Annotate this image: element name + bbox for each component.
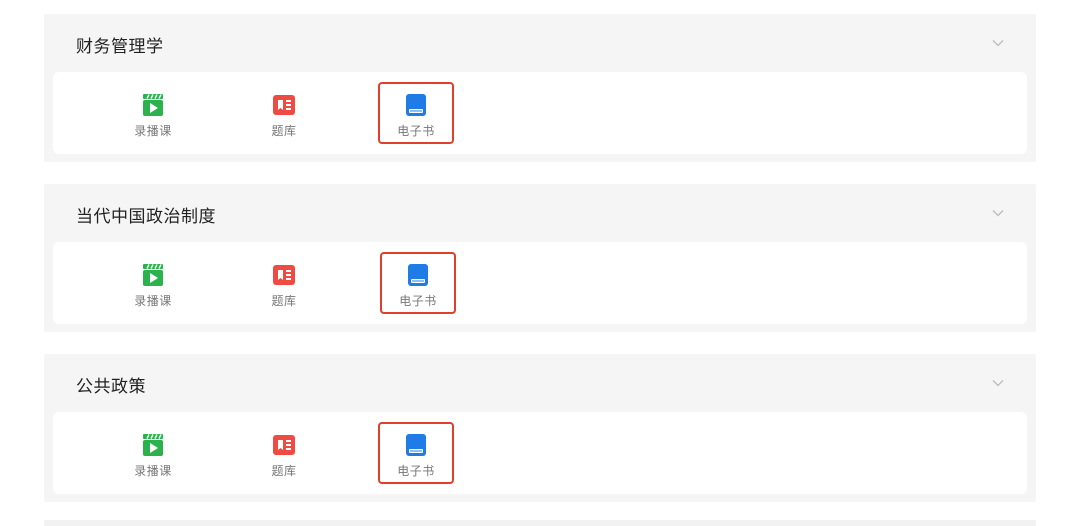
question-bank-button[interactable]: 题库 xyxy=(246,82,322,144)
chevron-down-icon[interactable] xyxy=(992,207,1004,219)
item-label: 电子书 xyxy=(399,294,437,308)
item-label: 电子书 xyxy=(397,464,435,478)
video-icon xyxy=(143,94,163,116)
ebook-button[interactable]: 电子书 xyxy=(378,82,454,144)
course-card: 当代中国政治制度 录播课 题库 电子书 xyxy=(44,184,1036,332)
resource-panel: 录播课 题库 电子书 xyxy=(53,412,1027,494)
resource-panel: 录播课 题库 电子书 xyxy=(53,72,1027,154)
video-icon xyxy=(143,434,163,456)
item-label: 录播课 xyxy=(134,464,172,478)
recorded-course-button[interactable]: 录播课 xyxy=(115,252,191,314)
ebook-icon xyxy=(406,434,426,456)
ebook-icon xyxy=(408,264,428,286)
next-card-edge xyxy=(44,520,1036,526)
chevron-down-icon[interactable] xyxy=(992,37,1004,49)
course-title: 当代中国政治制度 xyxy=(76,207,216,227)
recorded-course-button[interactable]: 录播课 xyxy=(115,422,191,484)
recorded-course-button[interactable]: 录播课 xyxy=(115,82,191,144)
question-bank-button[interactable]: 题库 xyxy=(246,252,322,314)
item-label: 录播课 xyxy=(134,294,172,308)
chevron-down-icon[interactable] xyxy=(992,377,1004,389)
course-card: 财务管理学 录播课 题库 电子书 xyxy=(44,14,1036,162)
item-label: 题库 xyxy=(271,124,297,138)
item-label: 录播课 xyxy=(134,124,172,138)
question-bank-icon xyxy=(273,95,295,115)
ebook-button[interactable]: 电子书 xyxy=(380,252,456,314)
question-bank-button[interactable]: 题库 xyxy=(246,422,322,484)
course-title: 财务管理学 xyxy=(76,37,164,57)
ebook-button[interactable]: 电子书 xyxy=(378,422,454,484)
item-label: 题库 xyxy=(271,464,297,478)
question-bank-icon xyxy=(273,435,295,455)
course-card: 公共政策 录播课 题库 电子书 xyxy=(44,354,1036,502)
item-label: 题库 xyxy=(271,294,297,308)
video-icon xyxy=(143,264,163,286)
ebook-icon xyxy=(406,94,426,116)
course-title: 公共政策 xyxy=(76,377,146,397)
resource-panel: 录播课 题库 电子书 xyxy=(53,242,1027,324)
item-label: 电子书 xyxy=(397,124,435,138)
question-bank-icon xyxy=(273,265,295,285)
